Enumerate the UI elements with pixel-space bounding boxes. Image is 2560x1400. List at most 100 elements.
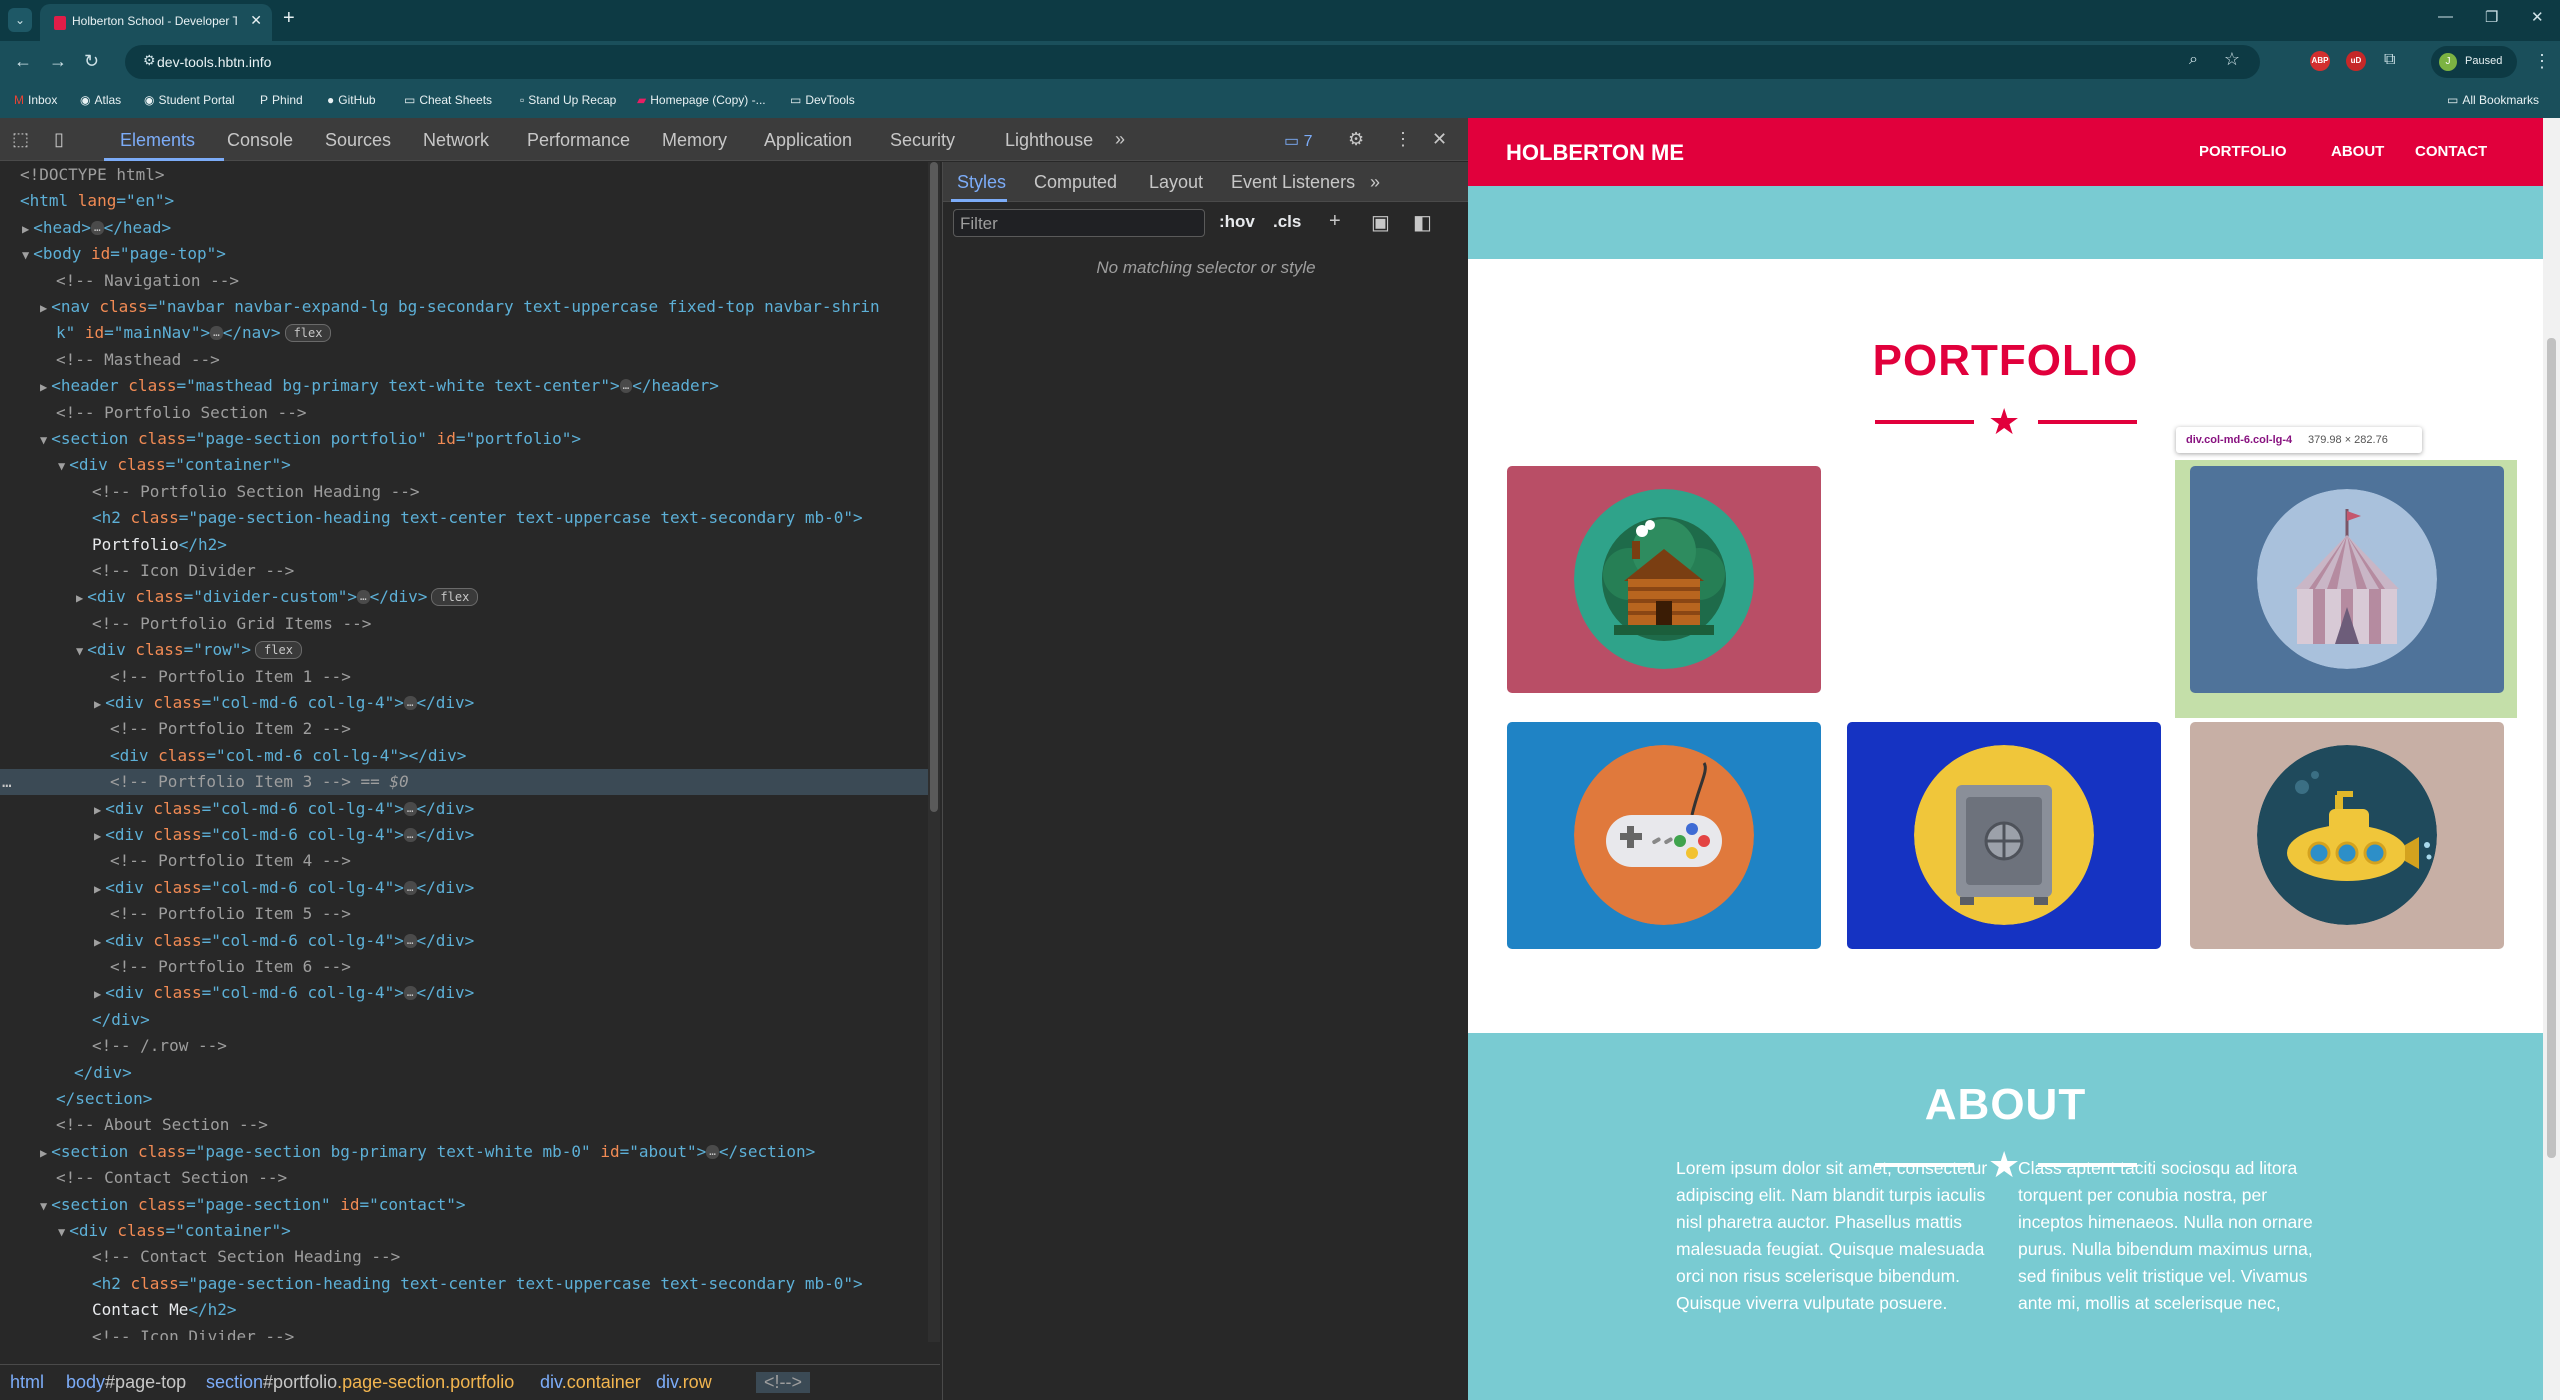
tab-network[interactable]: Network bbox=[423, 130, 489, 151]
expand-triangle-icon[interactable]: ▶ bbox=[22, 222, 29, 236]
bookmark-github[interactable]: ● GitHub bbox=[327, 93, 376, 107]
expand-triangle-icon[interactable]: ▶ bbox=[94, 829, 101, 843]
ellipsis-badge[interactable]: … bbox=[356, 590, 370, 605]
site-info-icon[interactable]: ⚙ bbox=[143, 52, 156, 69]
ellipsis-badge[interactable]: … bbox=[619, 379, 633, 394]
bookmark-devtools[interactable]: ▭ DevTools bbox=[790, 93, 855, 107]
ellipsis-badge[interactable]: … bbox=[706, 1144, 719, 1159]
dom-node-line[interactable]: ▶ <section class="page-section bg-primary… bbox=[0, 1139, 930, 1165]
tab-lighthouse[interactable]: Lighthouse bbox=[1005, 130, 1093, 151]
dom-node-line[interactable]: <!-- Masthead --> bbox=[0, 347, 930, 373]
ellipsis-badge[interactable]: … bbox=[210, 326, 223, 341]
flex-badge[interactable]: flex bbox=[284, 324, 332, 343]
dom-node-line[interactable]: ▼ <section class="page-section" id="conta… bbox=[0, 1192, 930, 1218]
dom-node-line[interactable]: <!-- Portfolio Item 2 --> bbox=[0, 716, 930, 742]
bookmark-inbox[interactable]: M Inbox bbox=[14, 93, 57, 107]
dom-node-line[interactable]: </div> bbox=[0, 1060, 930, 1086]
close-tab-icon[interactable]: ✕ bbox=[250, 12, 262, 29]
issues-counter[interactable]: ▭ 7 bbox=[1284, 131, 1312, 151]
dom-node-line[interactable]: ▶ <div class="col-md-6 col-lg-4">… </div> bbox=[0, 875, 930, 901]
bookmark-homepage[interactable]: ▰ Homepage (Copy) -... bbox=[637, 93, 766, 107]
tab-layout[interactable]: Layout bbox=[1149, 172, 1203, 193]
nav-about[interactable]: ABOUT bbox=[2331, 143, 2384, 160]
dom-node-line[interactable]: <!-- Portfolio Section --> bbox=[0, 400, 930, 426]
bookmark-standup[interactable]: ▫ Stand Up Recap bbox=[520, 93, 616, 107]
dom-node-line[interactable]: ▶ <div class="divider-custom">… </div> flex bbox=[0, 584, 930, 610]
reload-icon[interactable]: ↻ bbox=[84, 51, 99, 72]
styles-filter-input[interactable]: Filter bbox=[953, 209, 1205, 237]
tab-event-listeners[interactable]: Event Listeners bbox=[1231, 172, 1355, 193]
dom-node-line[interactable]: Contact Me</h2> bbox=[0, 1297, 930, 1323]
scrollbar-thumb[interactable] bbox=[930, 162, 938, 812]
tab-styles[interactable]: Styles bbox=[957, 172, 1006, 193]
dom-node-line[interactable]: ▶ <header class="masthead bg-primary text… bbox=[0, 373, 930, 399]
restore-icon[interactable]: ❐ bbox=[2485, 8, 2498, 26]
dom-node-line[interactable]: <!-- Contact Section --> bbox=[0, 1165, 930, 1191]
collapse-triangle-icon[interactable]: ▼ bbox=[58, 459, 65, 473]
device-toolbar-icon[interactable]: ▯ bbox=[54, 129, 64, 150]
cls-toggle[interactable]: .cls bbox=[1273, 212, 1301, 232]
adblock-extension-icon[interactable]: ABP bbox=[2310, 51, 2330, 71]
expand-triangle-icon[interactable]: ▶ bbox=[40, 1146, 47, 1160]
nav-portfolio[interactable]: PORTFOLIO bbox=[2199, 143, 2287, 160]
tab-console[interactable]: Console bbox=[227, 130, 293, 151]
collapse-triangle-icon[interactable]: ▼ bbox=[40, 433, 47, 447]
breadcrumb-item[interactable]: section#portfolio.page-section.portfolio bbox=[206, 1372, 514, 1393]
breadcrumb-item[interactable]: body#page-top bbox=[66, 1372, 186, 1393]
back-icon[interactable]: ← bbox=[14, 51, 32, 72]
settings-gear-icon[interactable]: ⚙ bbox=[1348, 129, 1364, 150]
tab-application[interactable]: Application bbox=[764, 130, 852, 151]
collapse-triangle-icon[interactable]: ▼ bbox=[76, 644, 83, 658]
tab-security[interactable]: Security bbox=[890, 130, 955, 151]
browser-tab[interactable]: Holberton School - Developer Tools ✕ bbox=[40, 4, 272, 41]
nav-contact[interactable]: CONTACT bbox=[2415, 143, 2487, 160]
new-style-rule-icon[interactable]: + bbox=[1329, 210, 1341, 233]
collapse-triangle-icon[interactable]: ▼ bbox=[58, 1225, 65, 1239]
bookmark-phind[interactable]: P Phind bbox=[260, 93, 303, 107]
url-text[interactable]: dev-tools.hbtn.info bbox=[157, 54, 271, 70]
breadcrumb-item[interactable]: div.row bbox=[656, 1372, 712, 1393]
dom-node-line[interactable]: <h2 class="page-section-heading text-cen… bbox=[0, 1271, 930, 1297]
dom-node-line[interactable]: ▶ <div class="col-md-6 col-lg-4">… </div> bbox=[0, 690, 930, 716]
portfolio-item-game-controller[interactable] bbox=[1507, 722, 1821, 949]
expand-triangle-icon[interactable]: ▶ bbox=[94, 803, 101, 817]
expand-triangle-icon[interactable]: ▶ bbox=[94, 882, 101, 896]
breadcrumb-item[interactable]: div.container bbox=[540, 1372, 641, 1393]
dom-node-line[interactable]: <!-- Icon Divider --> bbox=[0, 558, 930, 584]
extensions-icon[interactable]: ⧉ bbox=[2384, 51, 2395, 69]
portfolio-item-circus-tent[interactable] bbox=[2190, 466, 2504, 693]
dom-node-line[interactable]: ▶ <div class="col-md-6 col-lg-4">… </div> bbox=[0, 928, 930, 954]
dom-node-line[interactable]: <!-- About Section --> bbox=[0, 1112, 930, 1138]
breadcrumb-item[interactable]: html bbox=[10, 1372, 44, 1393]
inspect-element-icon[interactable]: ⬚ bbox=[12, 129, 29, 150]
ellipsis-badge[interactable]: … bbox=[91, 220, 104, 235]
dom-node-line[interactable]: <!-- /.row --> bbox=[0, 1033, 930, 1059]
page-scrollbar[interactable] bbox=[2543, 118, 2560, 1400]
dom-node-line[interactable]: <!-- Portfolio Grid Items --> bbox=[0, 611, 930, 637]
profile-button[interactable]: J Paused bbox=[2431, 46, 2517, 78]
dom-node-line[interactable]: Portfolio</h2> bbox=[0, 532, 930, 558]
dom-node-line[interactable]: ▼ <div class="container"> bbox=[0, 1218, 930, 1244]
minimize-icon[interactable]: — bbox=[2438, 8, 2453, 25]
more-tabs-icon[interactable]: » bbox=[1115, 129, 1125, 150]
expand-triangle-icon[interactable]: ▶ bbox=[76, 591, 83, 605]
dom-node-line[interactable]: … <!-- Portfolio Item 3 --> == $0 bbox=[0, 769, 930, 796]
tab-elements[interactable]: Elements bbox=[120, 130, 195, 151]
expand-triangle-icon[interactable]: ▶ bbox=[94, 697, 101, 711]
node-actions-icon[interactable]: … bbox=[2, 769, 12, 795]
dom-tree-scrollbar[interactable] bbox=[928, 162, 940, 1342]
ellipsis-badge[interactable]: … bbox=[403, 801, 417, 816]
dom-node-line[interactable]: k" id="mainNav">… </nav> flex bbox=[0, 320, 930, 346]
dom-tree[interactable]: <!DOCTYPE html> <html lang="en"> ▶ <head>… <… bbox=[0, 162, 930, 1340]
zoom-icon[interactable]: ⌕ bbox=[2189, 51, 2198, 69]
tab-performance[interactable]: Performance bbox=[527, 130, 630, 151]
dom-node-line[interactable]: <!-- Navigation --> bbox=[0, 268, 930, 294]
all-bookmarks[interactable]: ▭ All Bookmarks bbox=[2447, 93, 2539, 107]
ellipsis-badge[interactable]: … bbox=[403, 986, 417, 1001]
dom-node-line[interactable]: </section> bbox=[0, 1086, 930, 1112]
hov-toggle[interactable]: :hov bbox=[1219, 212, 1255, 232]
site-brand[interactable]: HOLBERTON ME bbox=[1506, 140, 1684, 166]
ellipsis-badge[interactable]: … bbox=[403, 880, 417, 895]
dom-node-line[interactable]: ▶ <div class="col-md-6 col-lg-4">… </div> bbox=[0, 980, 930, 1006]
dom-node-line[interactable]: ▼ <section class="page-section portfolio"… bbox=[0, 426, 930, 452]
